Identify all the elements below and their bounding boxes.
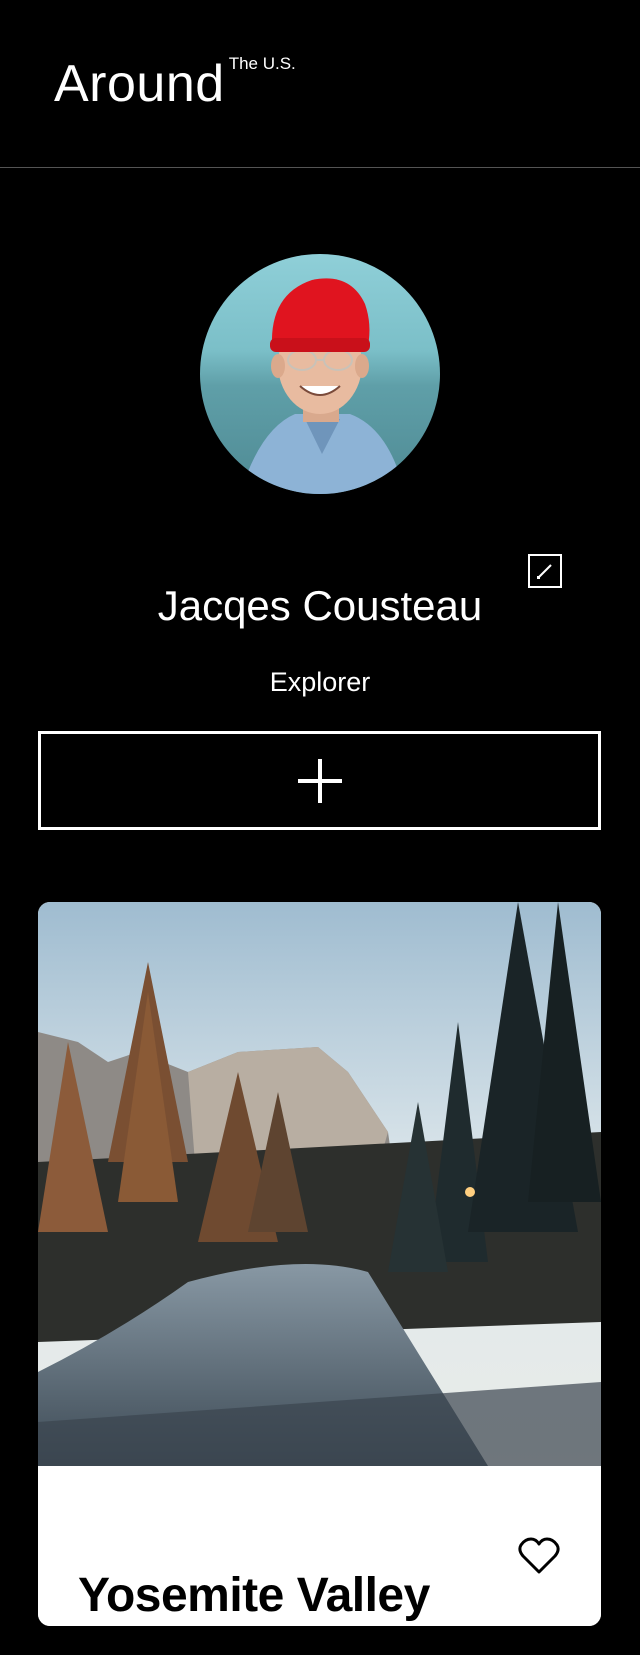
page: Around The U.S. Jacqes Cousteau Explorer… — [0, 0, 640, 1655]
card: Yosemite Valley — [38, 902, 601, 1626]
card-body: Yosemite Valley — [38, 1466, 601, 1626]
heart-icon — [518, 1537, 560, 1574]
landscape-photo — [38, 902, 601, 1466]
header: Around The U.S. — [0, 0, 640, 168]
like-button[interactable] — [517, 1536, 561, 1576]
pencil-icon — [537, 564, 552, 579]
logo: Around The U.S. — [54, 54, 296, 114]
add-place-button[interactable] — [38, 731, 601, 830]
logo-superscript: The U.S. — [228, 54, 296, 73]
plus-icon — [297, 758, 342, 803]
avatar[interactable] — [200, 254, 440, 494]
avatar-photo — [200, 254, 440, 494]
edit-profile-button[interactable] — [528, 554, 562, 588]
card-image[interactable] — [38, 902, 601, 1466]
logo-main: Around — [54, 55, 225, 113]
card-title: Yosemite Valley — [78, 1568, 430, 1622]
profile-about: Explorer — [269, 667, 371, 697]
